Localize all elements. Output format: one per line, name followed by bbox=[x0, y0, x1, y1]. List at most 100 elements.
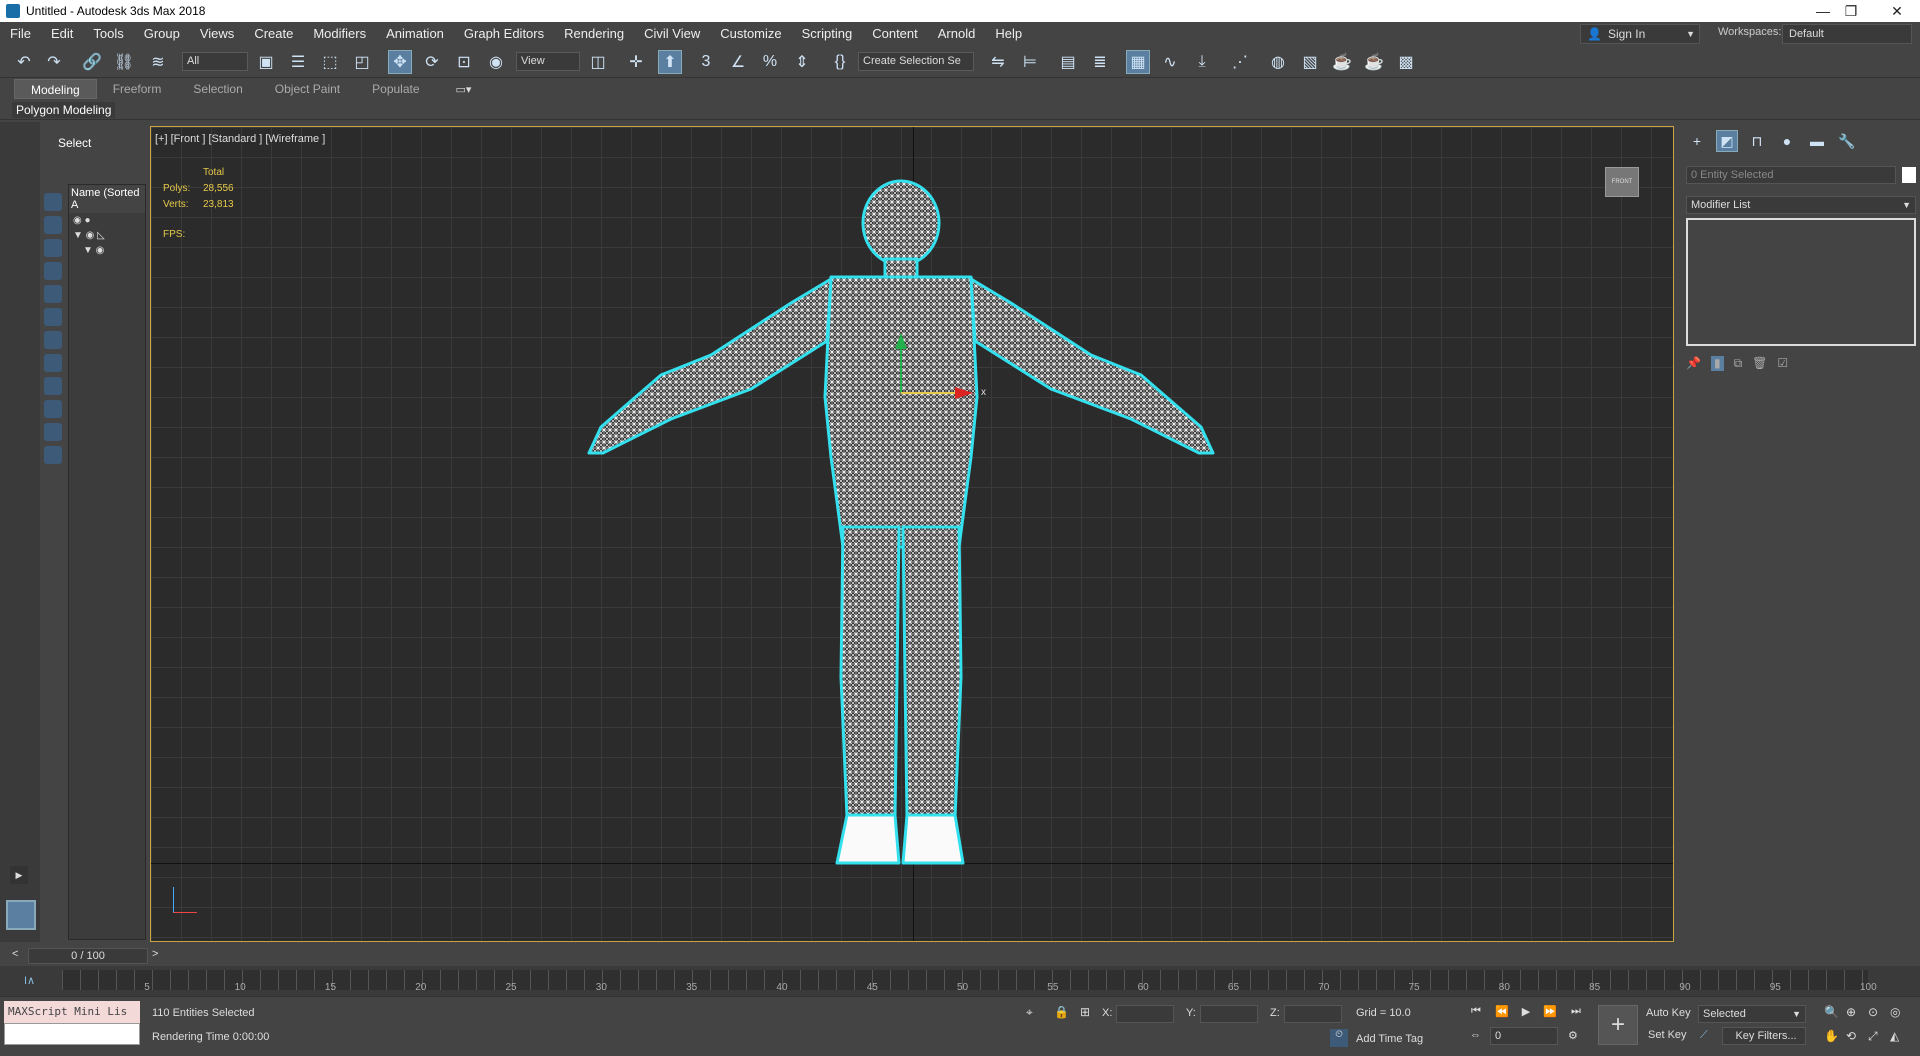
select-label[interactable]: Select bbox=[58, 136, 91, 150]
time-slider-thumb[interactable]: 0 / 100 bbox=[28, 948, 148, 964]
menu-animation[interactable]: Animation bbox=[376, 22, 454, 46]
pan-icon[interactable]: ✋ bbox=[1824, 1029, 1839, 1043]
named-selection-dropdown[interactable]: Create Selection Se bbox=[858, 52, 974, 71]
edit-named-selection-icon[interactable]: {} bbox=[828, 50, 852, 74]
menu-civil-view[interactable]: Civil View bbox=[634, 22, 710, 46]
tab-selection[interactable]: Selection bbox=[177, 79, 258, 99]
menu-arnold[interactable]: Arnold bbox=[928, 22, 986, 46]
select-manipulate-icon[interactable]: ✛ bbox=[624, 50, 648, 74]
ribbon-options-icon[interactable]: ▭▾ bbox=[456, 83, 472, 96]
render-iterative-icon[interactable]: ▩ bbox=[1394, 50, 1418, 74]
filter-bones-icon[interactable] bbox=[44, 377, 62, 395]
schematic-view-icon[interactable]: ⋰ bbox=[1228, 50, 1252, 74]
modifier-stack[interactable] bbox=[1686, 218, 1916, 346]
tab-freeform[interactable]: Freeform bbox=[97, 79, 178, 99]
menu-group[interactable]: Group bbox=[134, 22, 190, 46]
pin-stack-icon[interactable]: 📌 bbox=[1686, 356, 1701, 371]
filter-hidden-icon[interactable] bbox=[44, 446, 62, 464]
track-bar[interactable]: I∧ 5 10 15 20 25 30 35 40 45 50 55 60 65 70 75 80 85 90 95… bbox=[0, 966, 1920, 996]
key-mode-toggle-icon[interactable]: ⇔ bbox=[1470, 1029, 1481, 1041]
redo-icon[interactable]: ↷ bbox=[42, 50, 66, 74]
motion-tab-icon[interactable]: ● bbox=[1776, 130, 1798, 152]
go-to-start-icon[interactable]: ⏮ bbox=[1468, 1005, 1484, 1021]
menu-edit[interactable]: Edit bbox=[41, 22, 83, 46]
configure-modifier-sets-icon[interactable]: ☑ bbox=[1777, 356, 1788, 371]
wireframe-character[interactable]: x bbox=[151, 127, 1674, 942]
viewport-layout-icon[interactable] bbox=[6, 900, 36, 930]
rect-selection-icon[interactable]: ⬚ bbox=[318, 50, 342, 74]
zoom-extents-all-icon[interactable]: ◎ bbox=[1890, 1005, 1900, 1019]
previous-frame-icon[interactable]: ⏪ bbox=[1494, 1005, 1510, 1021]
set-key-big-icon[interactable]: + bbox=[1598, 1005, 1638, 1045]
ribbon-toggle-icon[interactable]: ▦ bbox=[1126, 50, 1150, 74]
filter-frozen-icon[interactable] bbox=[44, 423, 62, 441]
zoom-extents-icon[interactable]: ⊙ bbox=[1868, 1005, 1878, 1019]
menu-rendering[interactable]: Rendering bbox=[554, 22, 634, 46]
curve-editor-mini-icon[interactable]: I∧ bbox=[24, 974, 35, 987]
modify-tab-icon[interactable]: ◩ bbox=[1716, 130, 1738, 152]
hierarchy-tab-icon[interactable]: ⊓ bbox=[1746, 130, 1768, 152]
scene-explorer-icon[interactable]: ▤ bbox=[1056, 50, 1080, 74]
close-button[interactable]: ✕ bbox=[1874, 0, 1920, 22]
menu-tools[interactable]: Tools bbox=[83, 22, 133, 46]
dope-sheet-icon[interactable]: ⤓ bbox=[1190, 50, 1214, 74]
modifier-list-dropdown[interactable]: Modifier List ▼ bbox=[1686, 196, 1916, 214]
tab-object-paint[interactable]: Object Paint bbox=[259, 79, 356, 99]
ref-coord-dropdown[interactable]: View bbox=[516, 52, 580, 71]
scene-list[interactable]: Name (Sorted A ◉ ● ▼ ◉ ◺ ▼ ◉ bbox=[68, 184, 146, 940]
menu-graph-editors[interactable]: Graph Editors bbox=[454, 22, 554, 46]
workspace-dropdown[interactable]: Default bbox=[1782, 24, 1912, 44]
spinner-snap-icon[interactable]: ⇕ bbox=[790, 50, 814, 74]
add-time-tag[interactable]: Add Time Tag bbox=[1356, 1033, 1423, 1045]
polygon-modeling-label[interactable]: Polygon Modeling bbox=[12, 102, 116, 118]
menu-help[interactable]: Help bbox=[985, 22, 1032, 46]
curve-editor-icon[interactable]: ∿ bbox=[1158, 50, 1182, 74]
column-header[interactable]: Name (Sorted A bbox=[69, 185, 145, 213]
menu-customize[interactable]: Customize bbox=[710, 22, 791, 46]
select-by-name-icon[interactable]: ☰ bbox=[286, 50, 310, 74]
snaps-toggle-icon[interactable]: 3 bbox=[694, 50, 718, 74]
filter-lights-icon[interactable] bbox=[44, 239, 62, 257]
create-tab-icon[interactable]: + bbox=[1686, 130, 1708, 152]
utilities-tab-icon[interactable]: 🔧 bbox=[1836, 130, 1858, 152]
maximize-viewport-icon[interactable]: ⤢ bbox=[1868, 1029, 1878, 1044]
next-frame-icon[interactable]: ⏩ bbox=[1542, 1005, 1558, 1021]
sign-in-dropdown[interactable]: 👤 Sign In ▼ bbox=[1580, 24, 1700, 44]
pivot-center-icon[interactable]: ◫ bbox=[586, 50, 610, 74]
time-configuration-icon[interactable]: ⚙ bbox=[1568, 1029, 1578, 1042]
link-icon[interactable]: 🔗 bbox=[80, 50, 104, 74]
scene-row[interactable]: ▼ ◉ bbox=[69, 243, 145, 258]
menu-modifiers[interactable]: Modifiers bbox=[303, 22, 376, 46]
display-tab-icon[interactable]: ▬ bbox=[1806, 130, 1828, 152]
filter-helpers-icon[interactable] bbox=[44, 285, 62, 303]
move-icon[interactable]: ✥ bbox=[388, 50, 412, 74]
object-color-swatch[interactable] bbox=[1902, 167, 1916, 183]
menu-create[interactable]: Create bbox=[244, 22, 303, 46]
scene-row[interactable]: ◉ ● bbox=[69, 213, 145, 228]
rendered-frame-icon[interactable]: ☕ bbox=[1330, 50, 1354, 74]
auto-key-button[interactable]: Auto Key bbox=[1646, 1007, 1691, 1019]
unlink-icon[interactable]: ⛓ bbox=[112, 50, 136, 74]
play-icon[interactable]: ▶ bbox=[1518, 1005, 1534, 1021]
key-filters-button[interactable]: Key Filters... bbox=[1722, 1027, 1806, 1045]
z-coordinate-field[interactable] bbox=[1284, 1005, 1342, 1023]
window-crossing-icon[interactable]: ◰ bbox=[350, 50, 374, 74]
filter-containers-icon[interactable] bbox=[44, 400, 62, 418]
go-to-end-icon[interactable]: ⏭ bbox=[1568, 1005, 1584, 1021]
render-production-icon[interactable]: ☕ bbox=[1362, 50, 1386, 74]
percent-snap-icon[interactable]: % bbox=[758, 50, 782, 74]
orbit-icon[interactable]: ⟲ bbox=[1846, 1029, 1856, 1043]
menu-views[interactable]: Views bbox=[190, 22, 244, 46]
object-name-field[interactable]: 0 Entity Selected bbox=[1686, 166, 1896, 184]
show-end-result-icon[interactable]: ▮ bbox=[1710, 356, 1724, 371]
field-of-view-icon[interactable]: ◭ bbox=[1890, 1029, 1899, 1043]
filter-shapes-icon[interactable] bbox=[44, 216, 62, 234]
bind-space-warp-icon[interactable]: ≋ bbox=[146, 50, 170, 74]
x-coordinate-field[interactable] bbox=[1116, 1005, 1174, 1023]
menu-file[interactable]: File bbox=[0, 22, 41, 46]
filter-geometry-icon[interactable] bbox=[44, 193, 62, 211]
scale-icon[interactable]: ⊡ bbox=[452, 50, 476, 74]
filter-spacewarps-icon[interactable] bbox=[44, 308, 62, 326]
menu-content[interactable]: Content bbox=[862, 22, 928, 46]
layer-explorer-icon[interactable]: ≣ bbox=[1088, 50, 1112, 74]
